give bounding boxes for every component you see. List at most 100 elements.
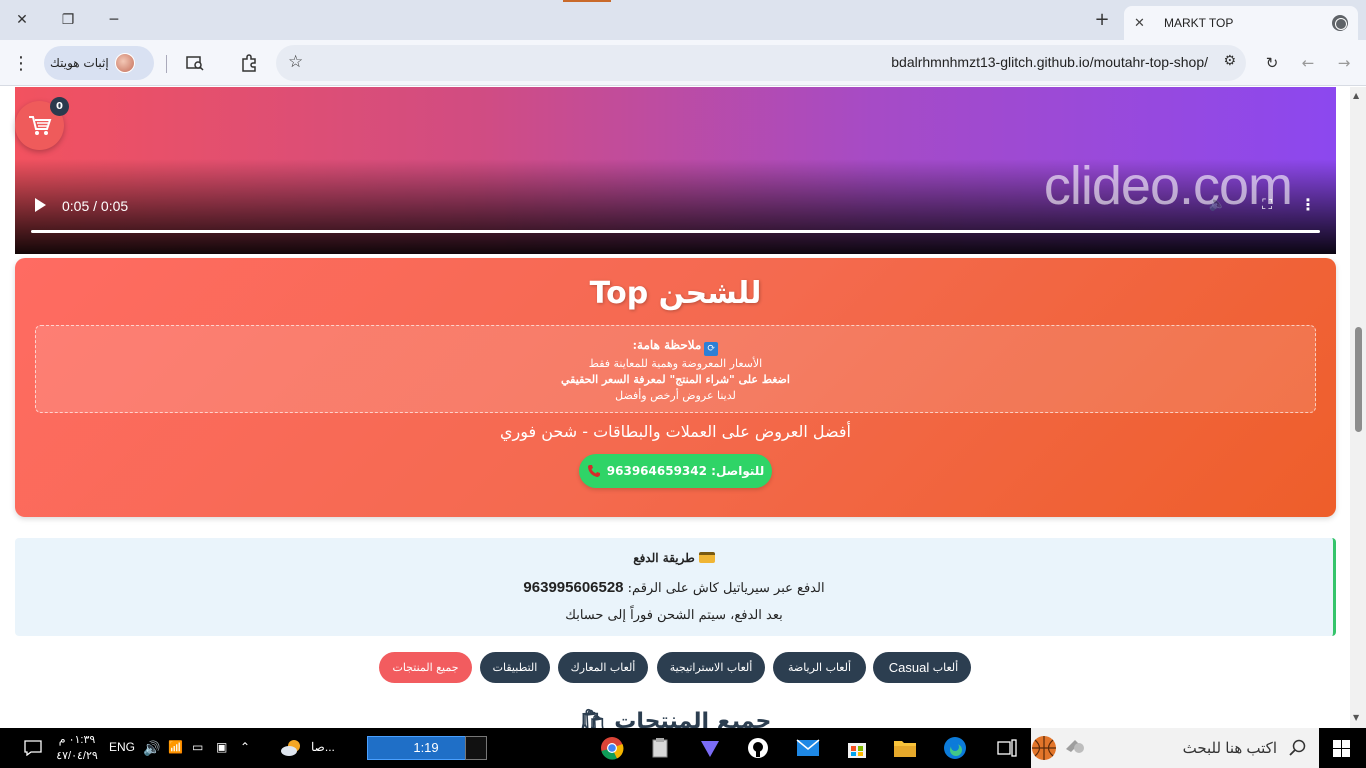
- filter-apps[interactable]: التطبيقات: [480, 652, 550, 683]
- fullscreen-icon[interactable]: ⛶: [1262, 197, 1272, 213]
- wifi-icon[interactable]: 📶: [168, 740, 183, 754]
- whistle-icon: [1066, 740, 1084, 753]
- video-progress-bar[interactable]: [31, 230, 1320, 233]
- windows-start-icon[interactable]: [1333, 740, 1350, 757]
- video-time: 0:05 / 0:05: [62, 198, 129, 214]
- volume-icon[interactable]: 🔈: [1209, 196, 1226, 212]
- store-icon[interactable]: [844, 728, 870, 768]
- task-view-icon[interactable]: [994, 728, 1020, 768]
- video-player[interactable]: clideo.com 0:05 / 0:05 🔈 ⛶ ⋮: [15, 87, 1336, 254]
- profile-button[interactable]: إثبات هويتك: [44, 46, 154, 80]
- search-placeholder: اكتب هنا للبحث: [1182, 740, 1277, 757]
- phone-icon: [587, 465, 600, 477]
- windows-taskbar: ٠١:٣٩ م ٤٧/٠٤/٢٩ ENG 🔊 📶 ▭ ▣ ⌃ صا... 1:1…: [0, 728, 1366, 768]
- window-close-button[interactable]: ✕: [8, 8, 36, 32]
- reload-icon[interactable]: ↻: [1259, 50, 1285, 76]
- category-filters: Casual ألعاب ألعاب الرياضة ألعاب الاسترا…: [0, 652, 1350, 684]
- profile-label: إثبات هويتك: [50, 56, 109, 70]
- filter-sports-games[interactable]: ألعاب الرياضة: [773, 652, 866, 683]
- cart-count-badge: 0: [50, 97, 69, 116]
- notice-line: لدينا عروض أرخص وأفضل: [615, 389, 736, 402]
- scroll-up-icon[interactable]: ▲: [1353, 91, 1359, 100]
- tab-loading-indicator: [563, 0, 611, 2]
- forward-icon[interactable]: →: [1331, 50, 1357, 76]
- github-icon[interactable]: [745, 728, 771, 768]
- page-scrollbar[interactable]: ▲ ▼: [1350, 87, 1366, 728]
- basketball-icon: [1032, 736, 1056, 760]
- search-tab-icon[interactable]: [182, 50, 208, 76]
- credit-card-icon: [698, 552, 715, 563]
- scrollbar-thumb[interactable]: [1355, 327, 1362, 432]
- shopping-cart-icon: [28, 115, 51, 135]
- notice-line: اضغط على "شراء المنتج" لمعرفة السعر الحق…: [561, 373, 790, 386]
- file-stack-icon[interactable]: [647, 728, 673, 768]
- notifications-icon[interactable]: [20, 728, 46, 768]
- url-text: bdalrhmnhmzt13-glitch.github.io/moutahr-…: [891, 54, 1208, 70]
- filter-all-products[interactable]: جميع المنتجات: [379, 652, 472, 683]
- edge-icon[interactable]: [941, 728, 969, 768]
- taskbar-clock[interactable]: ٠١:٣٩ م ٤٧/٠٤/٢٩: [52, 732, 102, 764]
- new-tab-button[interactable]: +: [1090, 9, 1114, 31]
- window-restore-button[interactable]: ❐: [54, 8, 82, 32]
- file-explorer-icon[interactable]: [892, 728, 918, 768]
- battery-icon[interactable]: ▭: [192, 740, 203, 754]
- shopping-bag-icon: 🛍: [578, 709, 607, 728]
- weather-icon[interactable]: [276, 728, 306, 768]
- notice-line: الأسعار المعروضة وهمية للمعاينة فقط: [588, 357, 763, 370]
- tab-title: MARKT TOP: [1164, 16, 1234, 30]
- search-highlight-images: [1031, 735, 1085, 761]
- window-minimize-button[interactable]: ─: [100, 8, 128, 32]
- clock-time: ٠١:٣٩ م: [58, 734, 96, 746]
- filter-battle-games[interactable]: ألعاب المعارك: [558, 652, 648, 683]
- more-menu-icon[interactable]: ⋮: [8, 50, 34, 76]
- avatar: [114, 53, 135, 73]
- back-icon[interactable]: ←: [1295, 50, 1321, 76]
- payment-number: 963995606528: [523, 579, 624, 596]
- filter-label-latin: Casual: [888, 660, 930, 675]
- scroll-down-icon[interactable]: ▼: [1353, 713, 1359, 722]
- filter-strategy-games[interactable]: ألعاب الاستراتيجية: [657, 652, 765, 683]
- address-bar[interactable]: ☆ bdalrhmnhmzt13-glitch.github.io/moutah…: [276, 45, 1246, 81]
- taskbar-search-box[interactable]: اكتب هنا للبحث: [1031, 728, 1319, 768]
- volume-icon[interactable]: 🔊: [143, 740, 160, 757]
- search-icon: [1289, 739, 1306, 756]
- filter-casual-games[interactable]: Casual ألعاب: [873, 652, 971, 683]
- filter-label: التطبيقات: [492, 661, 538, 674]
- app-triangle-icon[interactable]: [697, 728, 723, 768]
- show-hidden-icons-icon[interactable]: ⌃: [240, 740, 250, 754]
- mail-icon[interactable]: [795, 728, 821, 768]
- payment-info-box: طريقة الدفع الدفع عبر سيرياتيل كاش على ا…: [15, 538, 1336, 636]
- tab-close-icon[interactable]: ✕: [1134, 15, 1150, 31]
- device-icon[interactable]: ▣: [216, 740, 227, 754]
- section-title-text: جميع المنتجات: [614, 709, 772, 728]
- site-settings-icon[interactable]: ⚙: [1223, 53, 1236, 69]
- filter-label: ألعاب: [932, 661, 959, 674]
- extensions-icon[interactable]: [236, 50, 262, 76]
- language-indicator[interactable]: ENG: [109, 740, 135, 754]
- video-more-icon[interactable]: ⋮: [1300, 195, 1316, 214]
- notice-title: ملاحظة هامة:: [632, 338, 702, 352]
- weather-label[interactable]: صا...: [311, 740, 335, 754]
- refresh-icon: ⟳: [704, 342, 719, 356]
- notice-box: ⟳ملاحظة هامة: الأسعار المعروضة وهمية للم…: [35, 325, 1316, 413]
- products-section-title: جميع المنتجات 🛍: [0, 709, 1350, 728]
- browser-tab-strip: ✕ ❐ ─ + ✕ MARKT TOP: [0, 0, 1366, 40]
- toolbar-divider: [166, 55, 167, 73]
- clock-date: ٤٧/٠٤/٢٩: [56, 750, 98, 762]
- globe-icon: [1332, 15, 1348, 31]
- contact-label: للتواصل: 963964659342: [606, 464, 765, 478]
- filter-label: جميع المنتجات: [392, 661, 459, 674]
- contact-whatsapp-button[interactable]: للتواصل: 963964659342: [579, 454, 772, 488]
- filter-label: ألعاب الرياضة: [787, 661, 852, 674]
- payment-after-text: بعد الدفع، سيتم الشحن فوراً إلى حسابك: [565, 608, 783, 623]
- bookmark-star-icon[interactable]: ☆: [288, 52, 303, 72]
- page-title: للشحن Top: [589, 276, 762, 311]
- payment-title: طريقة الدفع: [633, 551, 695, 565]
- filter-label: ألعاب الاستراتيجية: [669, 661, 753, 674]
- browser-tab[interactable]: ✕ MARKT TOP: [1124, 6, 1358, 40]
- hero-subtitle: أفضل العروض على العملات والبطاقات - شحن …: [499, 422, 851, 441]
- play-icon[interactable]: [33, 197, 47, 213]
- video-watermark: clideo.com: [1043, 156, 1293, 216]
- chrome-icon[interactable]: [597, 728, 627, 768]
- media-thumbnail[interactable]: [465, 736, 487, 760]
